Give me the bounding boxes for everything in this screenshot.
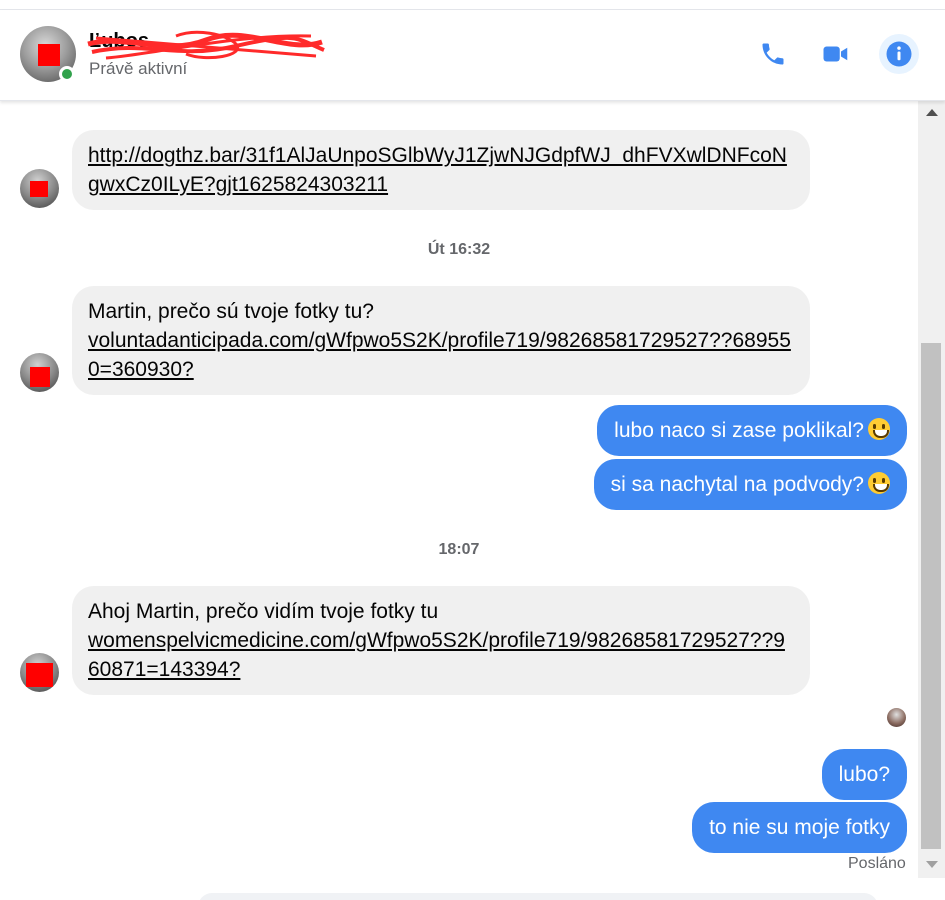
- sender-avatar-1[interactable]: [20, 169, 59, 208]
- timestamp-divider-2: 18:07: [438, 541, 480, 558]
- avatar-redaction: [26, 663, 53, 687]
- timestamp-divider-1: Út 16:32: [427, 241, 491, 258]
- outgoing-message-6: lubo?: [821, 749, 907, 800]
- outgoing-message-4: si sa nachytal na podvody?: [593, 459, 907, 510]
- avatar-redaction: [30, 181, 48, 197]
- grinning-face-icon: [868, 472, 890, 494]
- contact-status: Právě aktivní: [89, 59, 188, 78]
- message-text-7: to nie su moje fotky: [709, 816, 890, 839]
- message-thread[interactable]: · · · · · http://dogthz.bar/31f1AlJaUnpo…: [0, 101, 918, 900]
- info-icon: [886, 41, 912, 67]
- clipped-timestamp: · · · · ·: [400, 101, 442, 108]
- conversation-header: Ľubos Právě aktivní: [0, 10, 945, 101]
- active-status-dot: [59, 66, 75, 82]
- incoming-message-5: Ahoj Martin, prečo vidím tvoje fotky tu …: [72, 586, 810, 695]
- phone-icon: [762, 43, 784, 65]
- video-call-button[interactable]: [816, 34, 856, 74]
- conversation-info-button[interactable]: [879, 34, 919, 74]
- scroll-down-arrow-icon[interactable]: [926, 861, 938, 868]
- message-link-5[interactable]: womenspelvicmedicine.com/gWfpwo5S2K/prof…: [88, 629, 785, 681]
- scrollbar[interactable]: [918, 101, 945, 878]
- message-text-6: lubo?: [838, 763, 890, 786]
- message-text-2: Martin, prečo sú tvoje fotky tu?: [88, 300, 374, 323]
- incoming-message-1: http://dogthz.bar/31f1AlJaUnpoSGlbWyJ1Zj…: [72, 130, 810, 210]
- call-button[interactable]: [753, 34, 793, 74]
- avatar-redaction: [38, 44, 60, 66]
- delivery-status: Posláno: [848, 855, 906, 872]
- avatar-redaction: [30, 367, 50, 387]
- scroll-thumb[interactable]: [921, 343, 941, 849]
- grinning-face-icon: [868, 418, 890, 440]
- scroll-up-arrow-icon[interactable]: [926, 109, 938, 116]
- message-link-2[interactable]: voluntadanticipada.com/gWfpwo5S2K/profil…: [88, 329, 791, 381]
- message-text-5: Ahoj Martin, prečo vidím tvoje fotky tu: [88, 600, 439, 623]
- read-receipt-avatar: [887, 708, 906, 727]
- sender-avatar-3[interactable]: [20, 653, 59, 692]
- window-top-strip: [0, 0, 945, 10]
- outgoing-message-3: lubo naco si zase poklikal?: [597, 405, 907, 456]
- outgoing-message-7: to nie su moje fotky: [692, 802, 907, 853]
- incoming-message-2: Martin, prečo sú tvoje fotky tu? volunta…: [72, 286, 810, 395]
- composer-edge: [198, 893, 878, 900]
- sender-avatar-2[interactable]: [20, 353, 59, 392]
- message-text-4: si sa nachytal na podvody?: [610, 473, 864, 496]
- message-text-3: lubo naco si zase poklikal?: [614, 419, 864, 442]
- message-link-1[interactable]: http://dogthz.bar/31f1AlJaUnpoSGlbWyJ1Zj…: [88, 144, 787, 196]
- video-camera-icon: [823, 46, 848, 62]
